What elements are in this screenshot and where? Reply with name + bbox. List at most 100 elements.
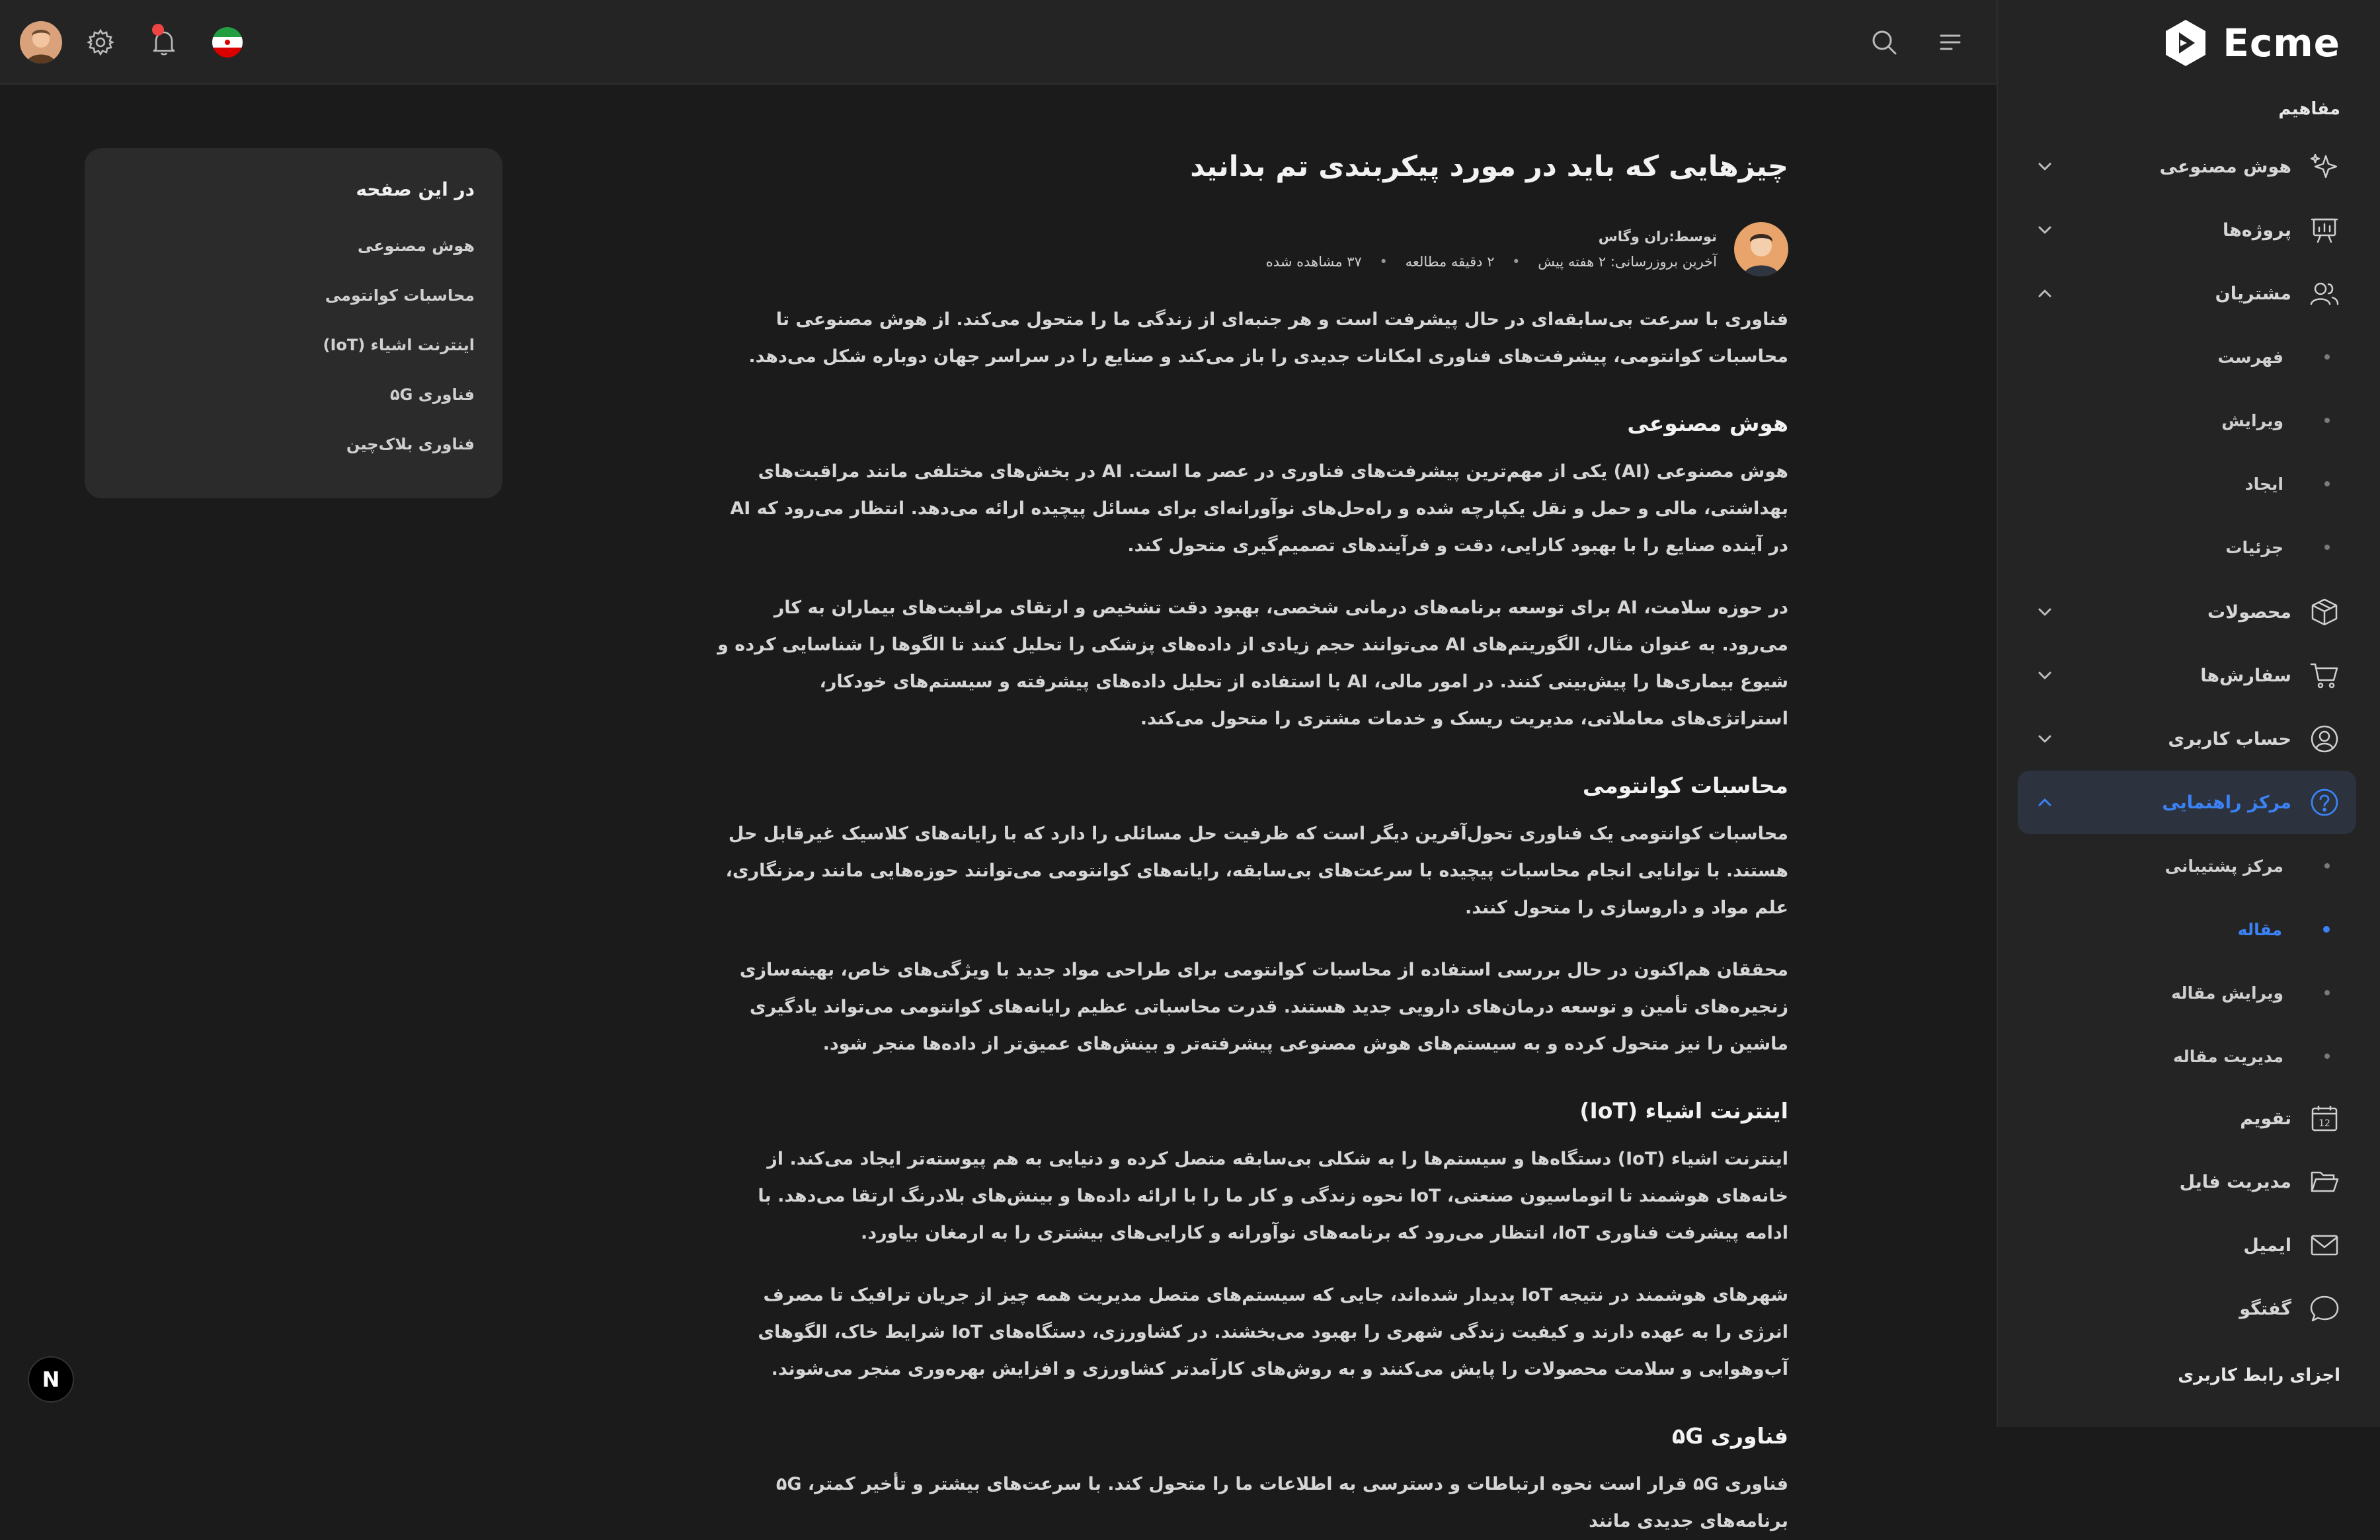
sidebar-item-customers[interactable]: مشتریان — [2018, 262, 2356, 325]
sidebar-subitem-label: مقاله — [2237, 919, 2282, 939]
sparkles-icon — [2310, 153, 2338, 178]
box-icon — [2311, 598, 2338, 626]
sidebar-subitem-label: ویرایش — [2221, 410, 2283, 430]
author-name[interactable]: ران وگاس — [1599, 229, 1669, 245]
menu-toggle-button[interactable] — [1930, 22, 1970, 62]
bullet-dot — [2324, 1054, 2330, 1059]
brand-name: Ecme — [2223, 20, 2340, 65]
top-header — [0, 0, 1997, 85]
help-circle-icon — [2311, 789, 2338, 816]
sidebar-item-label: سفارش‌ها — [2200, 665, 2291, 686]
article-title: چیزهایی که باید در مورد پیکربندی تم بدان… — [1190, 150, 1788, 183]
bullet-dot — [2324, 990, 2330, 995]
sidebar-subitem-label: ویرایش مقاله — [2171, 983, 2283, 1003]
section-heading-iot: اینترنت اشیاء (IoT) — [1579, 1098, 1788, 1124]
toc-link-iot[interactable]: اینترنت اشیاء (IoT) — [112, 321, 475, 370]
language-selector[interactable] — [208, 22, 247, 62]
toc-title: در این صفحه — [356, 178, 475, 200]
sidebar-item-products[interactable]: محصولات — [2018, 580, 2356, 644]
meta-details: آخرین بروزرسانی: ۲ هفته پیش • ۲ دقیقه مط… — [1253, 249, 1717, 274]
calendar-icon: 12 — [2311, 1106, 2338, 1132]
sidebar-item-projects[interactable]: پروژه‌ها — [2018, 198, 2356, 262]
sidebar-item-orders[interactable]: سفارش‌ها — [2018, 644, 2356, 707]
sidebar-item-label: تقویم — [2240, 1108, 2291, 1129]
sidebar-subitem-label: مرکز پشتیبانی — [2164, 856, 2283, 876]
chevron-up-icon — [2038, 289, 2051, 297]
bullet-dot — [2324, 545, 2330, 550]
toc-link-quantum[interactable]: محاسبات کوانتومی — [112, 271, 475, 321]
sidebar-subitem-edit[interactable]: ویرایش — [2018, 394, 2356, 447]
section-title-ui-components: اجزای رابط کاربری — [2178, 1366, 2340, 1385]
user-avatar[interactable] — [20, 21, 62, 63]
brand-logo[interactable]: Ecme — [2161, 13, 2340, 73]
chat-icon — [2310, 1295, 2339, 1322]
sidebar-item-email[interactable]: ایمیل — [2018, 1213, 2356, 1277]
paragraph: در حوزه سلامت، AI برای توسعه برنامه‌های … — [717, 597, 1788, 729]
section-heading-quantum: محاسبات کوانتومی — [1582, 773, 1788, 798]
chevron-down-icon — [2038, 608, 2051, 616]
svg-text:12: 12 — [2319, 1118, 2330, 1129]
read-time: ۲ دقیقه مطالعه — [1405, 254, 1495, 270]
table-of-contents: در این صفحه هوش مصنوعی محاسبات کوانتومی … — [85, 148, 502, 498]
settings-button[interactable] — [81, 22, 120, 62]
sidebar-item-help-center[interactable]: مرکز راهنمایی — [2018, 771, 2356, 834]
sidebar-subitem-article[interactable]: مقاله — [2018, 903, 2356, 956]
sidebar-subitem-label: ایجاد — [2244, 474, 2283, 494]
sidebar-item-label: حساب کاربری — [2168, 728, 2291, 750]
presentation-chart-icon — [2311, 218, 2338, 243]
article-meta: توسط:ران وگاس آخرین بروزرسانی: ۲ هفته پی… — [717, 222, 1788, 276]
sidebar-subitem-create[interactable]: ایجاد — [2018, 457, 2356, 510]
sidebar-subitem-manage-article[interactable]: مدیریت مقاله — [2018, 1030, 2356, 1083]
sidebar-item-label: مدیریت فایل — [2179, 1171, 2291, 1192]
sidebar-subitem-details[interactable]: جزئیات — [2018, 521, 2356, 574]
search-icon — [1872, 30, 1897, 55]
toc-link-5g[interactable]: فناوری ۵G — [112, 370, 475, 420]
cart-icon — [2310, 663, 2338, 689]
author-avatar-image — [1734, 222, 1788, 276]
notifications-button[interactable] — [144, 22, 184, 62]
sidebar-item-label: ایمیل — [2243, 1235, 2291, 1256]
sidebar-subitem-label: فهرست — [2217, 347, 2283, 367]
sidebar-subitem-edit-article[interactable]: ویرایش مقاله — [2018, 966, 2356, 1019]
author-avatar[interactable] — [1734, 222, 1788, 276]
iran-flag-icon — [212, 27, 243, 58]
mail-icon — [2311, 1235, 2338, 1256]
sidebar-item-file-manager[interactable]: مدیریت فایل — [2018, 1150, 2356, 1213]
sidebar-item-label: محصولات — [2207, 601, 2291, 623]
sidebar-item-ai[interactable]: هوش مصنوعی — [2018, 135, 2356, 198]
bullet-dot — [2324, 354, 2330, 360]
section-heading-ai: هوش مصنوعی — [1627, 410, 1788, 436]
sidebar-subitem-list[interactable]: فهرست — [2018, 330, 2356, 383]
sidebar-subitem-label: جزئیات — [2225, 537, 2283, 557]
paragraph: محاسبات کوانتومی یک فناوری تحول‌آفرین دی… — [725, 824, 1788, 918]
sidebar-item-label: پروژه‌ها — [2222, 219, 2291, 241]
last-updated: آخرین بروزرسانی: ۲ هفته پیش — [1538, 254, 1717, 270]
sidebar-item-label: گفتگو — [2239, 1298, 2291, 1319]
search-button[interactable] — [1864, 22, 1904, 62]
sidebar-item-chat[interactable]: گفتگو — [2018, 1277, 2356, 1340]
sidebar-subitem-label: مدیریت مقاله — [2173, 1046, 2283, 1066]
chevron-down-icon — [2038, 226, 2051, 234]
sidebar-item-label: مشتریان — [2215, 283, 2291, 304]
paragraph: فناوری ۵G قرار است نحوه ارتباطات و دسترس… — [775, 1474, 1788, 1531]
author-line: توسط:ران وگاس — [1253, 224, 1717, 249]
sidebar-subitem-support-center[interactable]: مرکز پشتیبانی — [2018, 839, 2356, 892]
paragraph: هوش مصنوعی (AI) یکی از مهم‌ترین پیشرفت‌ه… — [730, 461, 1788, 556]
sidebar-item-account[interactable]: حساب کاربری — [2018, 707, 2356, 771]
section-heading-5g: فناوری ۵G — [1672, 1423, 1788, 1449]
bullet-dot — [2324, 863, 2330, 868]
sidebar: Ecme مفاهیم هوش مصنوعی پروژه‌ها مشتریان … — [1997, 0, 2380, 1427]
gear-icon — [87, 28, 114, 56]
sidebar-item-label: هوش مصنوعی — [2159, 156, 2291, 177]
meta-separator: • — [1512, 254, 1521, 270]
notification-indicator — [152, 24, 164, 36]
sidebar-item-calendar[interactable]: 12 تقویم — [2018, 1087, 2356, 1150]
user-circle-icon — [2311, 725, 2338, 753]
chevron-down-icon — [2038, 672, 2051, 679]
bullet-dot — [2324, 418, 2330, 423]
menu-icon — [1940, 34, 1961, 50]
sidebar-item-label: مرکز راهنمایی — [2162, 792, 2291, 813]
toc-link-blockchain[interactable]: فناوری بلاک‌چین — [112, 420, 475, 469]
toc-link-ai[interactable]: هوش مصنوعی — [112, 221, 475, 271]
nextjs-badge[interactable]: N — [28, 1356, 74, 1403]
